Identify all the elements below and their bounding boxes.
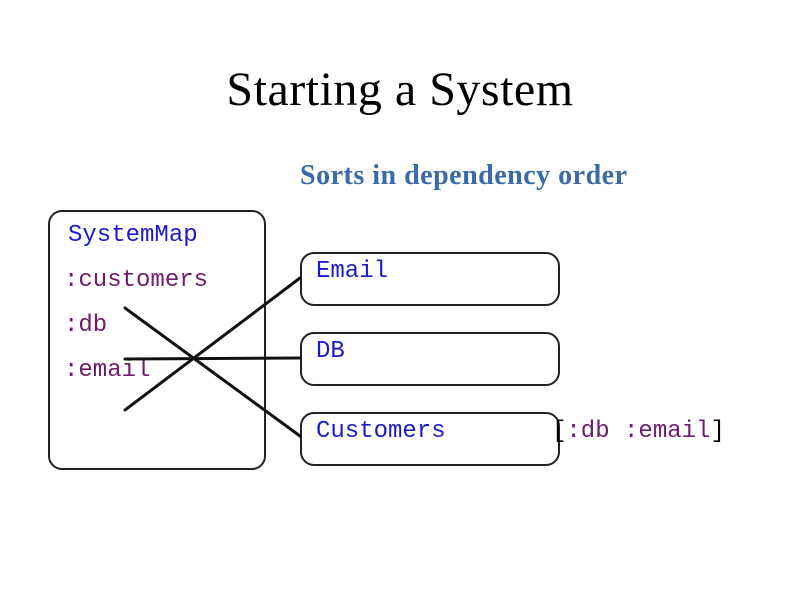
component-email-box: Email xyxy=(300,252,560,306)
slide-subtitle: Sorts in dependency order xyxy=(300,160,628,192)
deps-close-bracket: ] xyxy=(710,418,724,445)
deps-open-bracket: [ xyxy=(552,418,566,445)
deps-db-kw: :db xyxy=(566,418,609,445)
systemmap-label: SystemMap xyxy=(68,222,252,249)
component-db-label: DB xyxy=(316,338,345,365)
component-email-label: Email xyxy=(316,258,388,285)
component-customers-label: Customers xyxy=(316,418,446,445)
slide-title: Starting a System xyxy=(0,62,800,117)
systemmap-key-customers: :customers xyxy=(64,267,252,294)
systemmap-key-email: :email xyxy=(64,357,252,384)
systemmap-key-db: :db xyxy=(64,312,252,339)
customers-deps-label: [:db :email] xyxy=(552,418,725,445)
systemmap-box: SystemMap :customers :db :email xyxy=(48,210,266,470)
deps-space xyxy=(610,418,624,445)
component-db-box: DB xyxy=(300,332,560,386)
deps-email-kw: :email xyxy=(624,418,710,445)
component-customers-box: Customers xyxy=(300,412,560,466)
